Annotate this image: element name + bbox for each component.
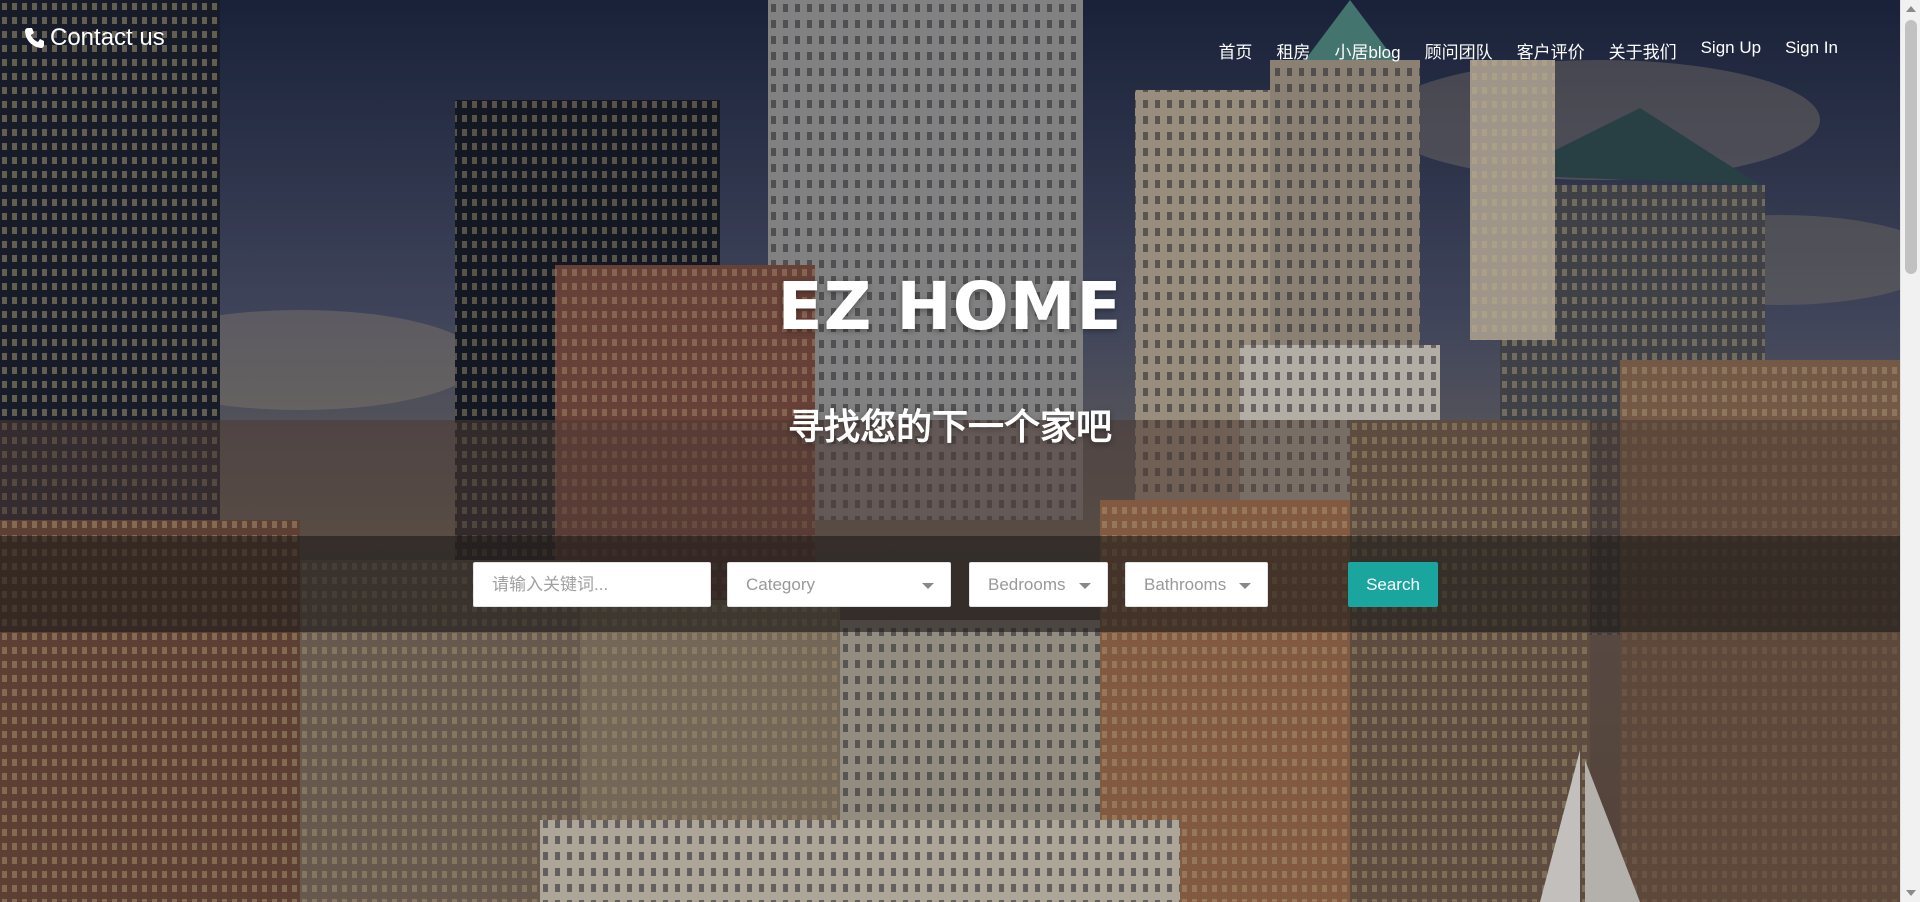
keyword-input[interactable] xyxy=(492,563,710,606)
nav-item-sign-in[interactable]: Sign In xyxy=(1773,38,1850,63)
search-bar: Category Bedrooms Bathrooms Search xyxy=(0,536,1900,632)
nav-item-advisors[interactable]: 顾问团队 xyxy=(1413,38,1505,63)
bathrooms-select[interactable]: Bathrooms xyxy=(1125,562,1268,607)
hero-subtitle: 寻找您的下一个家吧 xyxy=(787,407,1112,448)
hero-background xyxy=(0,0,1900,902)
hero-overlay xyxy=(0,0,1900,902)
scroll-down-arrow-icon[interactable] xyxy=(1906,890,1916,896)
nav-item-sign-up[interactable]: Sign Up xyxy=(1689,38,1773,63)
bathrooms-select-label: Bathrooms xyxy=(1144,574,1227,594)
search-button[interactable]: Search xyxy=(1348,562,1438,607)
nav-item-rent[interactable]: 租房 xyxy=(1264,38,1322,63)
bedrooms-select[interactable]: Bedrooms xyxy=(969,562,1108,607)
keyword-field xyxy=(473,562,711,607)
hero-title: EZ HOME xyxy=(777,268,1123,345)
nav-item-blog[interactable]: 小居blog xyxy=(1322,38,1412,63)
main-nav: 首页 租房 小居blog 顾问团队 客户评价 关于我们 Sign Up Sign… xyxy=(1206,38,1850,63)
nav-item-home[interactable]: 首页 xyxy=(1206,38,1264,63)
contact-us-label: Contact us xyxy=(50,24,165,51)
category-select-label: Category xyxy=(746,574,815,594)
nav-item-reviews[interactable]: 客户评价 xyxy=(1505,38,1597,63)
category-select[interactable]: Category xyxy=(727,562,951,607)
chevron-down-icon xyxy=(922,583,934,589)
contact-us-link[interactable]: Contact us xyxy=(24,24,165,52)
chevron-down-icon xyxy=(1079,583,1091,589)
nav-item-about[interactable]: 关于我们 xyxy=(1597,38,1689,63)
page-scrollbar[interactable] xyxy=(1900,0,1920,902)
scroll-up-arrow-icon[interactable] xyxy=(1906,6,1916,12)
phone-icon xyxy=(24,27,44,49)
scrollbar-thumb[interactable] xyxy=(1905,20,1917,274)
bedrooms-select-label: Bedrooms xyxy=(988,574,1066,594)
chevron-down-icon xyxy=(1239,583,1251,589)
